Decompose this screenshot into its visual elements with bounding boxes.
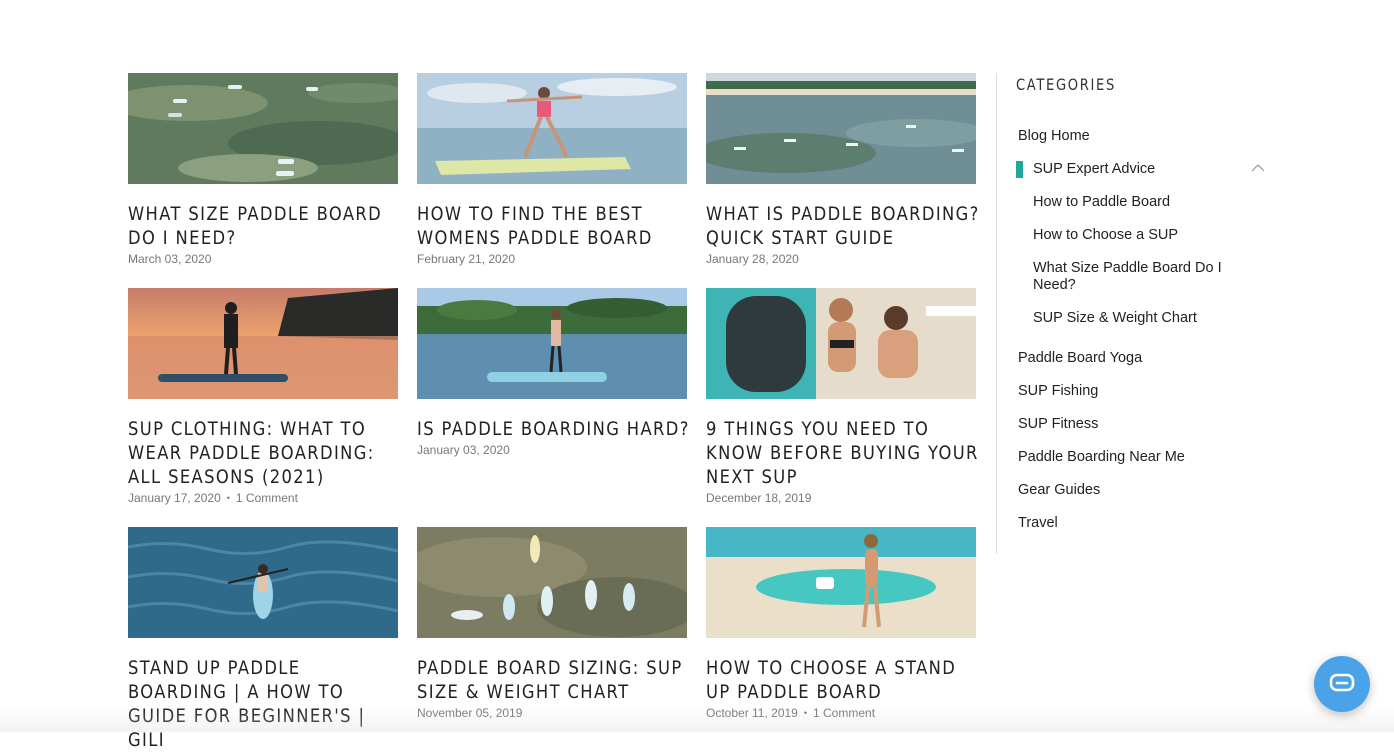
post-date: January 03, 2020 xyxy=(417,443,510,457)
post-date: January 17, 2020 xyxy=(128,491,221,505)
post-thumbnail[interactable] xyxy=(706,527,976,638)
category-how-to-paddle-board[interactable]: How to Paddle Board xyxy=(1033,194,1223,211)
post-card[interactable]: Paddle Board Sizing: SUP Size & Weight C… xyxy=(417,527,687,721)
post-card[interactable]: What Size Paddle Board Do I Need? March … xyxy=(128,73,398,267)
post-title[interactable]: Paddle Board Sizing: SUP Size & Weight C… xyxy=(417,656,692,704)
post-title[interactable]: Stand Up Paddle Boarding | A How To Guid… xyxy=(128,656,403,752)
post-thumbnail[interactable] xyxy=(706,288,976,399)
post-card[interactable]: Stand Up Paddle Boarding | A How To Guid… xyxy=(128,527,398,754)
category-sup-size-weight-chart[interactable]: SUP Size & Weight Chart xyxy=(1033,310,1223,327)
post-thumbnail[interactable] xyxy=(417,73,687,184)
post-card[interactable]: How to Find the Best Womens Paddle Board… xyxy=(417,73,687,267)
category-sup-fishing[interactable]: SUP Fishing xyxy=(1018,383,1098,400)
post-title[interactable]: How to Find the Best Womens Paddle Board xyxy=(417,202,692,250)
post-meta: February 21, 2020 xyxy=(417,252,687,267)
post-title[interactable]: SUP Clothing: What to Wear Paddle Boardi… xyxy=(128,417,403,489)
post-title[interactable]: What is Paddle Boarding? Quick Start Gui… xyxy=(706,202,981,250)
category-how-to-choose-a-sup[interactable]: How to Choose a SUP xyxy=(1033,227,1223,244)
post-thumbnail[interactable] xyxy=(128,73,398,184)
post-card[interactable]: Is Paddle Boarding Hard? January 03, 202… xyxy=(417,288,688,458)
category-sup-expert-advice[interactable]: SUP Expert Advice xyxy=(1033,161,1155,178)
post-meta: March 03, 2020 xyxy=(128,252,398,267)
post-thumbnail[interactable] xyxy=(417,288,687,399)
post-meta: October 11, 2019 • 1 Comment xyxy=(706,706,976,721)
chevron-up-icon[interactable] xyxy=(1251,163,1265,173)
post-date: February 21, 2020 xyxy=(417,252,516,266)
chat-bubble-icon xyxy=(1329,673,1355,692)
category-travel[interactable]: Travel xyxy=(1018,515,1058,532)
post-card[interactable]: What is Paddle Boarding? Quick Start Gui… xyxy=(706,73,978,267)
post-title[interactable]: What Size Paddle Board Do I Need? xyxy=(128,202,403,250)
meta-separator: • xyxy=(226,493,230,503)
post-meta: December 18, 2019 xyxy=(706,491,976,506)
post-comments[interactable]: 1 Comment xyxy=(236,491,298,505)
active-category-indicator xyxy=(1016,161,1023,178)
category-what-size-paddle-board[interactable]: What Size Paddle Board Do I Need? xyxy=(1033,260,1223,294)
post-date: March 03, 2020 xyxy=(128,252,212,266)
post-card[interactable]: 9 Things You Need to Know Before Buying … xyxy=(706,288,977,506)
post-meta: January 17, 2020 • 1 Comment xyxy=(128,491,398,506)
post-card[interactable]: SUP Clothing: What to Wear Paddle Boardi… xyxy=(128,288,398,506)
category-gear-guides[interactable]: Gear Guides xyxy=(1018,482,1100,499)
post-date: January 28, 2020 xyxy=(706,252,799,266)
post-thumbnail[interactable] xyxy=(417,527,687,638)
category-sup-fitness[interactable]: SUP Fitness xyxy=(1018,416,1098,433)
post-meta: January 28, 2020 xyxy=(706,252,976,267)
post-comments[interactable]: 1 Comment xyxy=(813,706,875,720)
category-blog-home[interactable]: Blog Home xyxy=(1018,128,1090,145)
post-date: October 11, 2019 xyxy=(706,706,798,720)
post-title[interactable]: 9 Things You Need to Know Before Buying … xyxy=(706,417,981,489)
post-thumbnail[interactable] xyxy=(128,527,398,638)
meta-separator: • xyxy=(803,708,807,718)
post-title[interactable]: How To Choose A Stand Up Paddle Board xyxy=(706,656,981,704)
post-date: November 05, 2019 xyxy=(417,706,523,720)
categories-sidebar: Categories Blog Home SUP Expert Advice H… xyxy=(996,73,1287,554)
post-meta: November 05, 2019 xyxy=(417,706,687,721)
post-card[interactable]: How To Choose A Stand Up Paddle Board Oc… xyxy=(706,527,976,721)
post-title[interactable]: Is Paddle Boarding Hard? xyxy=(417,417,692,441)
chat-button[interactable] xyxy=(1314,656,1370,712)
category-paddle-boarding-near-me[interactable]: Paddle Boarding Near Me xyxy=(1018,449,1185,466)
categories-heading: Categories xyxy=(1016,75,1116,94)
post-thumbnail[interactable] xyxy=(128,288,398,399)
category-paddle-board-yoga[interactable]: Paddle Board Yoga xyxy=(1018,350,1142,367)
post-meta: January 03, 2020 xyxy=(417,443,687,458)
post-date: December 18, 2019 xyxy=(706,491,812,505)
post-thumbnail[interactable] xyxy=(706,73,976,184)
